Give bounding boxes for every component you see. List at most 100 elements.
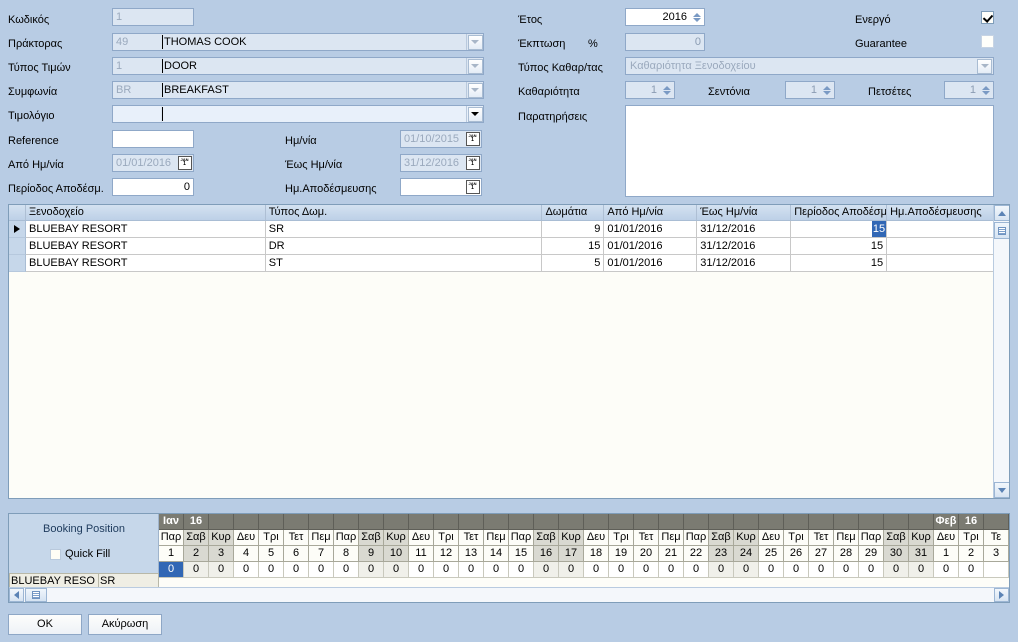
table-cell-im_apodesmefsis[interactable] (887, 255, 1009, 272)
calendar-day-column[interactable]: Παρ 15 0 (509, 514, 534, 590)
booking-value-cell[interactable]: 0 (284, 562, 309, 578)
quick-fill-checkbox[interactable] (50, 548, 61, 560)
calendar-day-column[interactable]: Κυρ 3 0 (209, 514, 234, 590)
cancel-button[interactable]: Ακύρωση (88, 614, 162, 635)
grid-column-header[interactable]: Από Ημ/νία (604, 205, 698, 220)
booking-value-cell[interactable]: 0 (434, 562, 459, 578)
table-cell-periodos_apodesm[interactable]: 15 (791, 255, 888, 272)
typos-timon-combo[interactable]: 1 DOOR (112, 57, 484, 75)
table-cell-periodos_apodesm[interactable]: 15 (791, 221, 888, 238)
calendar-day-column[interactable]: Παρ 29 0 (859, 514, 884, 590)
calendar-day-column[interactable]: Τετ 27 0 (809, 514, 834, 590)
table-cell-apo_imnia[interactable]: 01/01/2016 (604, 238, 698, 255)
booking-value-cell[interactable]: 0 (309, 562, 334, 578)
calendar-icon[interactable]: JAN 1 (464, 131, 481, 147)
booking-value-cell[interactable]: 0 (834, 562, 859, 578)
booking-value-cell[interactable]: 0 (534, 562, 559, 578)
booking-value-cell[interactable]: 0 (159, 562, 184, 578)
booking-value-cell[interactable]: 0 (734, 562, 759, 578)
table-cell-typos_dom[interactable]: SR (265, 221, 543, 238)
symfonia-combo[interactable]: BR BREAKFAST (112, 81, 484, 99)
row-indicator-current[interactable] (9, 221, 26, 238)
table-cell-im_apodesmefsis[interactable] (887, 221, 1009, 238)
table-cell-eos_imnia[interactable]: 31/12/2016 (697, 221, 792, 238)
petsetes-spinner[interactable]: 1 (944, 81, 994, 99)
table-row[interactable]: BLUEBAY RESORT ST 5 01/01/2016 31/12/2016 15 (9, 255, 1009, 272)
table-cell-eos_imnia[interactable]: 31/12/2016 (697, 238, 792, 255)
table-cell-eos_imnia[interactable]: 31/12/2016 (697, 255, 792, 272)
calendar-day-column[interactable]: Πεμ 14 0 (484, 514, 509, 590)
calendar-day-column[interactable]: Κυρ 31 0 (909, 514, 934, 590)
booking-position-panel[interactable]: Booking Position Quick Fill BLUEBAY RESO… (8, 513, 1010, 603)
calendar-day-column[interactable]: Πεμ 21 0 (659, 514, 684, 590)
calendar-day-column[interactable]: Φεβ Δευ 1 0 (934, 514, 959, 590)
booking-value-cell[interactable]: 0 (659, 562, 684, 578)
booking-value-cell[interactable]: 0 (409, 562, 434, 578)
calendar-icon[interactable]: JAN 1 (464, 179, 481, 195)
booking-value-cell[interactable]: 0 (884, 562, 909, 578)
chevron-down-icon[interactable] (466, 58, 483, 74)
booking-value-cell[interactable]: 0 (359, 562, 384, 578)
quick-fill-control[interactable]: Quick Fill (50, 548, 110, 560)
calendar-day-column[interactable]: Κυρ 10 0 (384, 514, 409, 590)
booking-value-cell[interactable]: 0 (334, 562, 359, 578)
booking-value-cell[interactable]: 0 (184, 562, 209, 578)
scroll-up-button[interactable] (994, 205, 1009, 221)
calendar-day-column[interactable]: Δευ 11 0 (409, 514, 434, 590)
table-cell-typos_dom[interactable]: ST (265, 255, 543, 272)
calendar-day-column[interactable]: Πεμ 7 0 (309, 514, 334, 590)
praktoras-combo[interactable]: 49 THOMAS COOK (112, 33, 484, 51)
spinner-arrows-icon[interactable] (690, 9, 704, 25)
etos-spinner[interactable]: 2016 (625, 8, 705, 26)
calendar-day-column[interactable]: Τετ 6 0 (284, 514, 309, 590)
table-row[interactable]: BLUEBAY RESORT DR 15 01/01/2016 31/12/2016 15 (9, 238, 1009, 255)
calendar-day-column[interactable]: Πεμ 28 0 (834, 514, 859, 590)
booking-value-cell[interactable]: 0 (234, 562, 259, 578)
calendar-day-column[interactable]: Σαβ 16 0 (534, 514, 559, 590)
booking-value-cell[interactable]: 0 (684, 562, 709, 578)
booking-value-cell[interactable]: 0 (709, 562, 734, 578)
calendar-day-column[interactable]: Παρ 22 0 (684, 514, 709, 590)
table-cell-im_apodesmefsis[interactable] (887, 238, 1009, 255)
apo-imnia-date-field[interactable]: 01/01/2016 JAN 1 (112, 154, 194, 172)
calendar-day-column[interactable]: Σαβ 9 0 (359, 514, 384, 590)
chevron-down-icon[interactable] (466, 82, 483, 98)
booking-value-cell[interactable]: 0 (209, 562, 234, 578)
paratiriseis-memo[interactable] (625, 105, 994, 197)
grid-body[interactable]: BLUEBAY RESORT SR 9 01/01/2016 31/12/2016 15 B… (9, 221, 1009, 272)
booking-value-cell[interactable]: 0 (559, 562, 584, 578)
booking-value-cell[interactable]: 0 (609, 562, 634, 578)
table-cell-apo_imnia[interactable]: 01/01/2016 (604, 255, 698, 272)
table-cell-domatia[interactable]: 15 (542, 238, 605, 255)
grid-column-header[interactable]: Ξενοδοχείο (25, 205, 266, 220)
calendar-day-column[interactable]: Τετ 13 0 (459, 514, 484, 590)
grid-column-header[interactable]: Τύπος Δωμ. (265, 205, 543, 220)
booking-value-cell[interactable]: 0 (634, 562, 659, 578)
scroll-thumb[interactable] (994, 222, 1009, 239)
scroll-down-button[interactable] (994, 482, 1009, 498)
calendar-day-column[interactable]: Δευ 18 0 (584, 514, 609, 590)
calendar-day-column[interactable]: Σαβ 30 0 (884, 514, 909, 590)
calendar-day-column[interactable]: Τρι 12 0 (434, 514, 459, 590)
table-cell-apo_imnia[interactable]: 01/01/2016 (604, 221, 698, 238)
calendar-day-column[interactable]: Ιαν Παρ 1 0 (159, 514, 184, 590)
typos-katharitas-combo[interactable]: Καθαριότητα Ξενοδοχείου (625, 57, 994, 75)
table-cell-domatia[interactable]: 9 (542, 221, 605, 238)
calendar-day-column[interactable]: Τρι 19 0 (609, 514, 634, 590)
spinner-arrows-icon[interactable] (820, 82, 834, 98)
row-indicator[interactable] (9, 255, 26, 272)
booking-value-cell[interactable]: 0 (784, 562, 809, 578)
calendar-day-column[interactable]: Τε 3 (984, 514, 1009, 590)
calendar-day-column[interactable]: Τετ 20 0 (634, 514, 659, 590)
calendar-icon[interactable]: JAN 1 (464, 155, 481, 171)
booking-horizontal-scrollbar[interactable] (9, 587, 1009, 602)
spinner-arrows-icon[interactable] (979, 82, 993, 98)
booking-value-cell[interactable]: 0 (909, 562, 934, 578)
table-cell-xenodoxeio[interactable]: BLUEBAY RESORT (25, 255, 266, 272)
chevron-down-icon[interactable] (466, 106, 483, 122)
table-cell-xenodoxeio[interactable]: BLUEBAY RESORT (25, 238, 266, 255)
table-cell-periodos_apodesm[interactable]: 15 (791, 238, 888, 255)
grid-vertical-scrollbar[interactable] (993, 205, 1009, 498)
grid-column-header[interactable]: Ημ.Αποδέσμευσης (887, 205, 1009, 220)
kodikos-field[interactable]: 1 (112, 8, 194, 26)
